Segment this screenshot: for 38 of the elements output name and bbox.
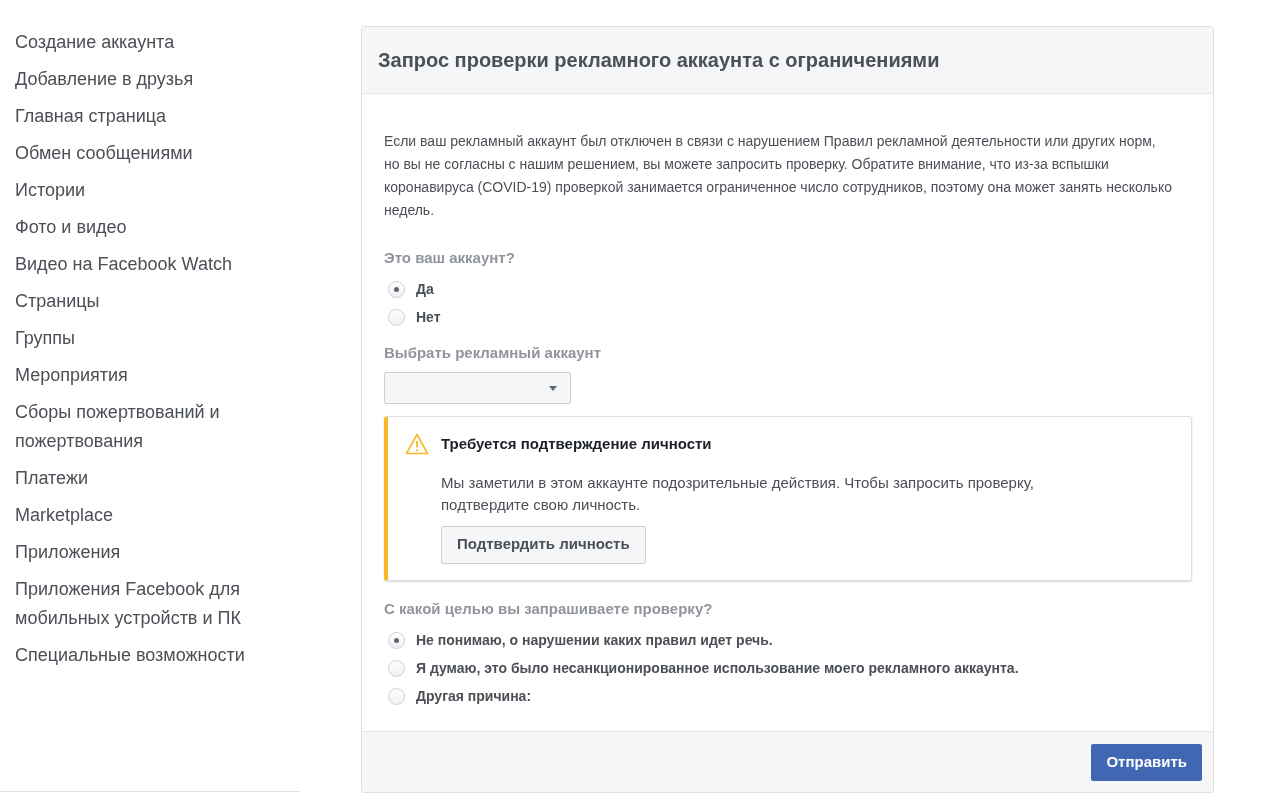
alert-title: Требуется подтверждение личности bbox=[441, 434, 712, 454]
radio-option[interactable]: Другая причина: bbox=[388, 682, 532, 711]
sidebar-link[interactable]: Marketplace bbox=[15, 501, 260, 530]
alert-text: Мы заметили в этом аккаунте подозрительные действия. Чтобы запросить проверку, подтвердите свою личность. bbox=[441, 472, 1035, 515]
account-select[interactable] bbox=[384, 372, 571, 404]
form-title: Запрос проверки рекламного аккаунта с ограничениями bbox=[378, 48, 940, 73]
sidebar-link[interactable]: Страницы bbox=[15, 287, 260, 316]
field-label: Выбрать рекламный аккаунт bbox=[384, 342, 602, 363]
sidebar-link[interactable]: Приложения bbox=[15, 538, 260, 567]
sidebar-link[interactable]: Мероприятия bbox=[15, 361, 260, 390]
radio-option[interactable]: Я думаю, это было несанкционированное использование моего рекламного аккаунта. bbox=[388, 654, 1019, 683]
verify-button[interactable]: Подтвердить личность bbox=[441, 525, 646, 564]
radio-button[interactable] bbox=[388, 688, 405, 705]
submit-button[interactable]: Отправить bbox=[1091, 743, 1202, 781]
radio-button[interactable] bbox=[388, 281, 405, 298]
radio-option[interactable]: Да bbox=[388, 275, 434, 304]
sidebar-link[interactable]: Группы bbox=[15, 324, 260, 353]
sidebar-link[interactable]: Специальные возможности bbox=[15, 641, 260, 670]
sidebar-link[interactable]: Обмен сообщениями bbox=[15, 139, 260, 168]
radio-button[interactable] bbox=[388, 660, 405, 677]
radio-option[interactable]: Нет bbox=[388, 303, 441, 332]
sidebar-link[interactable]: Создание аккаунта bbox=[15, 28, 260, 57]
sidebar-link[interactable]: Истории bbox=[15, 176, 260, 205]
radio-button[interactable] bbox=[388, 632, 405, 649]
sidebar-link[interactable]: Сборы пожертвований и пожертвования bbox=[15, 398, 260, 456]
field-label: Это ваш аккаунт? bbox=[384, 248, 515, 268]
field-label: С какой целью вы запрашиваете проверку? bbox=[384, 599, 713, 619]
caret-icon bbox=[549, 385, 557, 391]
sidebar-link[interactable]: Приложения Facebook для мобильных устройств и ПК bbox=[15, 575, 260, 633]
radio-option[interactable]: Не понимаю, о нарушении каких правил идет речь. bbox=[388, 626, 773, 655]
sidebar-link[interactable]: Видео на Facebook Watch bbox=[15, 250, 260, 279]
warning-icon bbox=[405, 433, 429, 456]
sidebar-link[interactable]: Главная страница bbox=[15, 102, 260, 131]
sidebar-link[interactable]: Платежи bbox=[15, 464, 260, 493]
radio-button[interactable] bbox=[388, 309, 405, 326]
sidebar-link[interactable]: Добавление в друзья bbox=[15, 65, 260, 94]
sidebar-link[interactable]: Фото и видео bbox=[15, 213, 260, 242]
description-text: Если ваш рекламный аккаунт был отключен в связи с нарушением Правил рекламной деятельности или других норм, но вы не согласны с нашим решением, вы можете запросить проверку. Обратите внимание, что из-за вспышки коронавируса (COVID-19) проверкой занимается ограниченное число сотрудников, поэтому она может занять несколько недель. bbox=[384, 132, 1173, 220]
